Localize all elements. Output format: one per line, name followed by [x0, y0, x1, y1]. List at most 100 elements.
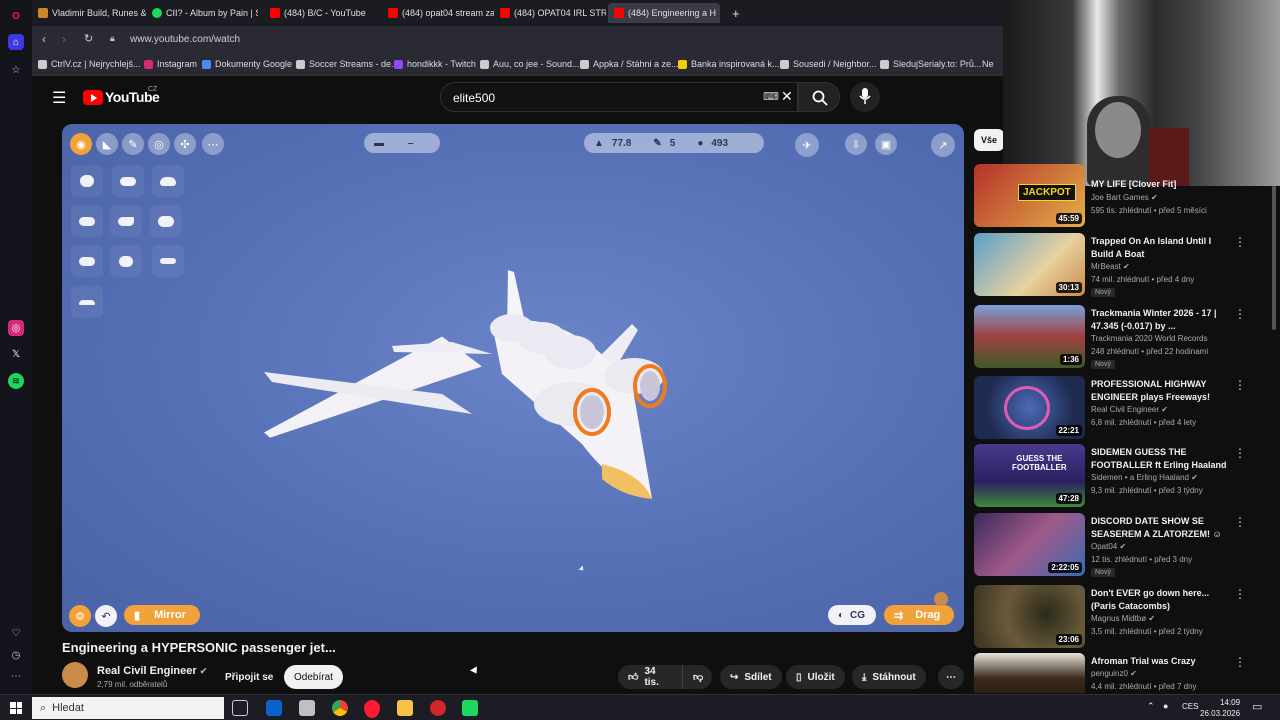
channel-line[interactable]: Magnus Midtbø ✔	[1091, 614, 1155, 623]
video-title[interactable]: Trackmania Winter 2026 - 17 | 47.345 (-0…	[1091, 307, 1231, 333]
instagram-icon[interactable]: ◎	[8, 320, 24, 336]
system-clock[interactable]: 14:09 26.03.2026	[1200, 697, 1240, 719]
calendar-app-icon[interactable]	[299, 700, 315, 716]
fuselage-part[interactable]	[71, 205, 103, 237]
subscribe-button[interactable]: Odebírat	[284, 665, 343, 689]
bookmark-item[interactable]: SledujSerialy.to: Prů...	[880, 59, 981, 69]
url-field[interactable]: www.youtube.com/watch	[130, 34, 240, 45]
app-icon[interactable]	[430, 700, 446, 716]
paint-tool-icon[interactable]: ✎	[122, 133, 144, 155]
channel-name[interactable]: Trackmania 2020 World Records	[1091, 334, 1208, 343]
more-icon[interactable]: ⋯	[8, 668, 24, 684]
mirror-button[interactable]: ▮ Mirror	[124, 605, 200, 625]
more-actions-icon[interactable]: ⋮	[1234, 515, 1246, 529]
fuselage-part[interactable]	[112, 165, 144, 197]
dislike-button[interactable]: 👎︎	[682, 665, 712, 689]
view-selector[interactable]: ▬ –	[364, 133, 440, 153]
fuselage-part[interactable]	[71, 165, 103, 197]
channel-avatar[interactable]	[62, 662, 88, 688]
taskbar-search-box[interactable]: ⌕ Hledat	[32, 697, 224, 719]
channel-name[interactable]: Opat04	[1091, 542, 1117, 551]
channel-name[interactable]: Magnus Midtbø	[1091, 614, 1146, 623]
tab-2[interactable]: (484) B/C - YouTube	[264, 3, 376, 23]
video-title[interactable]: PROFESSIONAL HIGHWAY ENGINEER plays Free…	[1091, 378, 1231, 404]
download-button[interactable]: ⤓ Stáhnout	[852, 665, 926, 689]
bookmark-item[interactable]: Appka / Stáhni a ze...	[580, 59, 679, 69]
save-design-icon[interactable]: ▣	[875, 133, 897, 155]
video-thumbnail[interactable]: JACKPOT 45:59	[974, 164, 1085, 227]
wing-tip-part[interactable]	[71, 286, 103, 318]
voice-search-button[interactable]	[850, 82, 880, 112]
bookmark-item[interactable]: Instagram	[144, 59, 197, 69]
x-twitter-icon[interactable]: 𝕏	[8, 346, 24, 362]
video-title[interactable]: DISCORD DATE SHOW SE SEASEREM A ZLATORZE…	[1091, 515, 1231, 541]
spotify-icon[interactable]: ≋	[8, 373, 24, 389]
reload-icon[interactable]: ↻	[84, 32, 93, 45]
forward-icon[interactable]: ›	[62, 32, 66, 46]
bookmark-item[interactable]: Ne	[982, 59, 994, 69]
new-tab-button[interactable]: +	[726, 3, 746, 23]
video-player[interactable]: ◉ ◣ ✎ ◎ ✣ ⋯ ▬– ▲77.8 ✎5 ●493 ✈ ⇩ ▣ ↗	[62, 124, 964, 632]
nose-part[interactable]	[110, 245, 142, 277]
app-icon[interactable]	[462, 700, 478, 716]
history-icon[interactable]: ◷	[8, 647, 24, 663]
search-input[interactable]: elite500	[453, 91, 495, 105]
cg-toggle[interactable]: ◐ CG	[828, 605, 876, 625]
fuselage-part[interactable]	[71, 245, 103, 277]
tab-3[interactable]: (484) opat04 stream zazn	[382, 3, 494, 23]
channel-line[interactable]: penguinz0 ✔	[1091, 669, 1137, 678]
windows-start-icon[interactable]	[10, 702, 22, 714]
filter-chip-all[interactable]: Vše	[974, 129, 1004, 151]
share-button[interactable]: ↪ Sdílet	[720, 665, 782, 689]
launch-icon[interactable]: ↗	[931, 133, 955, 157]
recommendation-item[interactable]: JACKPOT 45:59 MY LIFE [Clover Fit] Joe B…	[974, 164, 1264, 228]
outlook-icon[interactable]	[266, 700, 282, 716]
channel-line[interactable]: MrBeast ✔	[1091, 262, 1130, 271]
opera-gx-icon[interactable]	[364, 700, 380, 716]
page-scrollbar[interactable]	[1272, 186, 1276, 330]
keyboard-icon[interactable]: ⌨	[763, 90, 779, 103]
channel-name[interactable]: MrBeast	[1091, 262, 1121, 271]
channel-name[interactable]: Sidemen • a Erling Haaland	[1091, 473, 1189, 482]
engine-tool-icon[interactable]: ◎	[148, 133, 170, 155]
tab-5-active[interactable]: (484) Engineering a H	[608, 3, 720, 23]
tail-part[interactable]	[110, 205, 142, 237]
recommendation-item[interactable]: 22:21 PROFESSIONAL HIGHWAY ENGINEER play…	[974, 376, 1264, 440]
more-actions-icon[interactable]: ⋮	[1234, 378, 1246, 392]
video-title[interactable]: MY LIFE [Clover Fit]	[1091, 178, 1231, 191]
channel-name[interactable]: Joe Bart Games	[1091, 193, 1149, 202]
tray-chevron-icon[interactable]: ⌃	[1147, 701, 1155, 712]
video-title[interactable]: SIDEMEN GUESS THE FOOTBALLER ft Erling H…	[1091, 446, 1231, 472]
bookmark-item[interactable]: hondikkk - Twitch	[394, 59, 476, 69]
video-thumbnail[interactable]: 1:36	[974, 305, 1085, 368]
bookmark-item[interactable]: Banka inspirovaná k...	[678, 59, 780, 69]
menu-icon[interactable]: ☰	[52, 88, 66, 108]
video-thumbnail[interactable]: GUESS THE FOOTBALLER 47:28	[974, 444, 1085, 507]
tail-part[interactable]	[152, 245, 184, 277]
file-explorer-icon[interactable]	[397, 700, 413, 716]
channel-name[interactable]: Real Civil Engineer ✔	[97, 665, 207, 677]
tab-0[interactable]: Vladimir Build, Runes & C	[32, 3, 146, 23]
recommendation-item[interactable]: 23:06 Don't EVER go down here... (Paris …	[974, 585, 1264, 649]
search-button[interactable]	[798, 82, 840, 112]
notification-icon[interactable]: ▭	[1252, 700, 1262, 713]
channel-name[interactable]: Real Civil Engineer	[1091, 405, 1159, 414]
video-title[interactable]: Afroman Trial was Crazy	[1091, 655, 1231, 668]
drag-toggle[interactable]: ⇉ Drag	[884, 605, 954, 625]
more-actions-icon[interactable]: ⋮	[1234, 307, 1246, 321]
nose-part[interactable]	[152, 165, 184, 197]
search-box[interactable]: elite500 ⌨ ✕	[440, 82, 798, 112]
video-thumbnail[interactable]: 22:21	[974, 376, 1085, 439]
undo-icon[interactable]: ↶	[95, 605, 117, 627]
settings-icon[interactable]: ⚙	[69, 605, 91, 627]
bookmark-item[interactable]: Auu, co jee - Sound...	[480, 59, 580, 69]
more-actions-icon[interactable]: ⋮	[1234, 587, 1246, 601]
join-button[interactable]: Připojit se	[215, 665, 283, 689]
bookmark-item[interactable]: Dokumenty Google	[202, 59, 292, 69]
recommendation-item[interactable]: 30:13 Trapped On An Island Until I Build…	[974, 233, 1264, 297]
video-thumbnail[interactable]: 2:22:05	[974, 513, 1085, 576]
more-actions-icon[interactable]: ⋮	[1234, 655, 1246, 669]
task-view-icon[interactable]	[232, 700, 248, 716]
wing-tool-icon[interactable]: ◣	[96, 133, 118, 155]
microphone-icon[interactable]: ●	[1163, 701, 1168, 711]
